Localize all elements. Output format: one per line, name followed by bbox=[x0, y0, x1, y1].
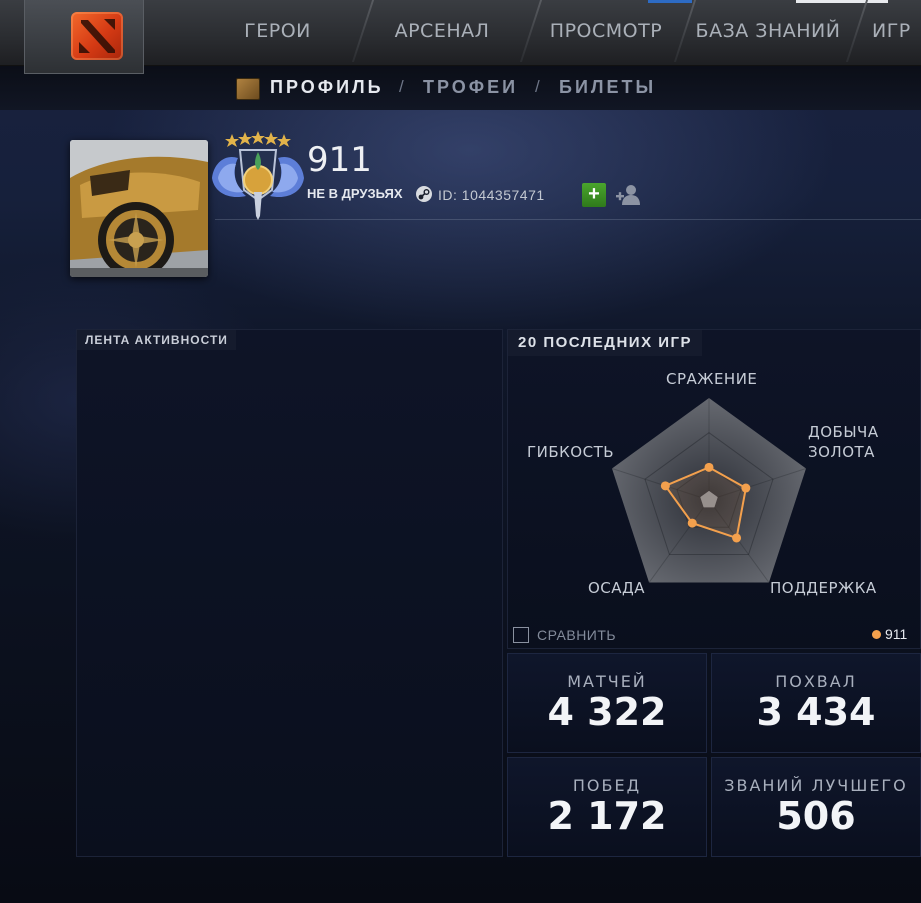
nav-tab-label: ИГР bbox=[872, 20, 911, 42]
stat-label: ПОХВАЛ bbox=[775, 672, 857, 691]
subnav-item-trophies[interactable]: ТРОФЕИ bbox=[423, 77, 518, 98]
car-avatar-image bbox=[70, 140, 208, 277]
subnav-item-profile[interactable]: ПРОФИЛЬ bbox=[270, 77, 384, 98]
friend-status-text: НЕ В ДРУЗЬЯХ bbox=[307, 186, 403, 201]
radar-data-point bbox=[704, 462, 714, 472]
legend-series-name: 911 bbox=[885, 626, 908, 642]
nav-tab-label: ПРОСМОТР bbox=[549, 20, 663, 42]
nav-tab-knowledge-base[interactable]: БАЗА ЗНАНИЙ bbox=[694, 0, 842, 62]
nav-tab-watch[interactable]: ПРОСМОТР bbox=[540, 0, 672, 62]
header-divider bbox=[215, 219, 921, 220]
nav-separator bbox=[519, 0, 543, 62]
subnav-separator: / bbox=[399, 77, 404, 96]
immortal-medal-icon[interactable] bbox=[210, 130, 306, 222]
radar-axis-label-farming: ДОБЫЧА ЗОЛОТА bbox=[808, 423, 879, 461]
stat-label: МАТЧЕЙ bbox=[567, 672, 647, 691]
stat-value: 2 172 bbox=[547, 794, 667, 838]
activity-feed-panel: ЛЕНТА АКТИВНОСТИ bbox=[76, 329, 503, 857]
friend-request-icon[interactable] bbox=[614, 183, 642, 207]
stat-label: ЗВАНИЙ ЛУЧШЕГО bbox=[724, 776, 908, 795]
stat-label: ПОБЕД bbox=[572, 776, 642, 795]
recent-games-panel: 20 ПОСЛЕДНИХ ИГР СРАЖЕНИЕ ДОБЫЧА ЗОЛОТА … bbox=[507, 329, 921, 649]
player-name: 911 bbox=[307, 140, 372, 180]
steam-icon bbox=[416, 186, 432, 202]
nav-separator bbox=[351, 0, 375, 62]
radar-axis-label-combat: СРАЖЕНИЕ bbox=[666, 370, 758, 388]
subnav-item-tickets[interactable]: БИЛЕТЫ bbox=[559, 77, 656, 98]
profile-avatar-mini-icon bbox=[236, 78, 260, 100]
stat-value: 3 434 bbox=[756, 690, 876, 734]
radar-data-point bbox=[687, 518, 697, 528]
stat-value: 4 322 bbox=[547, 690, 667, 734]
avatar[interactable] bbox=[70, 140, 208, 277]
nav-tab-label: БАЗА ЗНАНИЙ bbox=[695, 20, 841, 42]
nav-tab-games[interactable]: ИГР bbox=[872, 0, 921, 62]
radar-data-point bbox=[660, 481, 670, 491]
compare-label: СРАВНИТЬ bbox=[537, 627, 617, 643]
legend-color-dot bbox=[872, 630, 881, 639]
stat-tile-commends: ПОХВАЛ 3 434 bbox=[711, 653, 921, 753]
nav-tab-heroes[interactable]: ГЕРОИ bbox=[210, 0, 345, 62]
stat-tile-wins: ПОБЕД 2 172 bbox=[507, 757, 707, 857]
radar-axis-label-pushing: ОСАДА bbox=[588, 579, 646, 597]
nav-tab-arsenal[interactable]: АРСЕНАЛ bbox=[372, 0, 512, 62]
nav-tab-label: ГЕРОИ bbox=[244, 20, 311, 42]
compare-checkbox[interactable] bbox=[513, 627, 529, 643]
activity-feed-title: ЛЕНТА АКТИВНОСТИ bbox=[77, 330, 236, 350]
stat-tile-mvp: ЗВАНИЙ ЛУЧШЕГО 506 bbox=[711, 757, 921, 857]
nav-separator bbox=[673, 0, 697, 62]
radar-axis-label-support: ПОДДЕРЖКА bbox=[770, 579, 877, 597]
nav-tab-label: АРСЕНАЛ bbox=[394, 20, 490, 42]
add-friend-button[interactable]: + bbox=[582, 183, 606, 207]
nav-separator bbox=[845, 0, 869, 62]
steam-id-text: ID: 1044357471 bbox=[438, 187, 545, 203]
radar-data-point bbox=[741, 483, 751, 493]
stat-tile-matches: МАТЧЕЙ 4 322 bbox=[507, 653, 707, 753]
radar-axis-label-versatility: ГИБКОСТЬ bbox=[527, 443, 615, 461]
subnav-separator: / bbox=[535, 77, 540, 96]
logo-container[interactable] bbox=[24, 0, 144, 74]
stat-value: 506 bbox=[776, 794, 856, 838]
radar-data-point bbox=[732, 533, 742, 543]
dota-logo-icon[interactable] bbox=[71, 12, 123, 60]
